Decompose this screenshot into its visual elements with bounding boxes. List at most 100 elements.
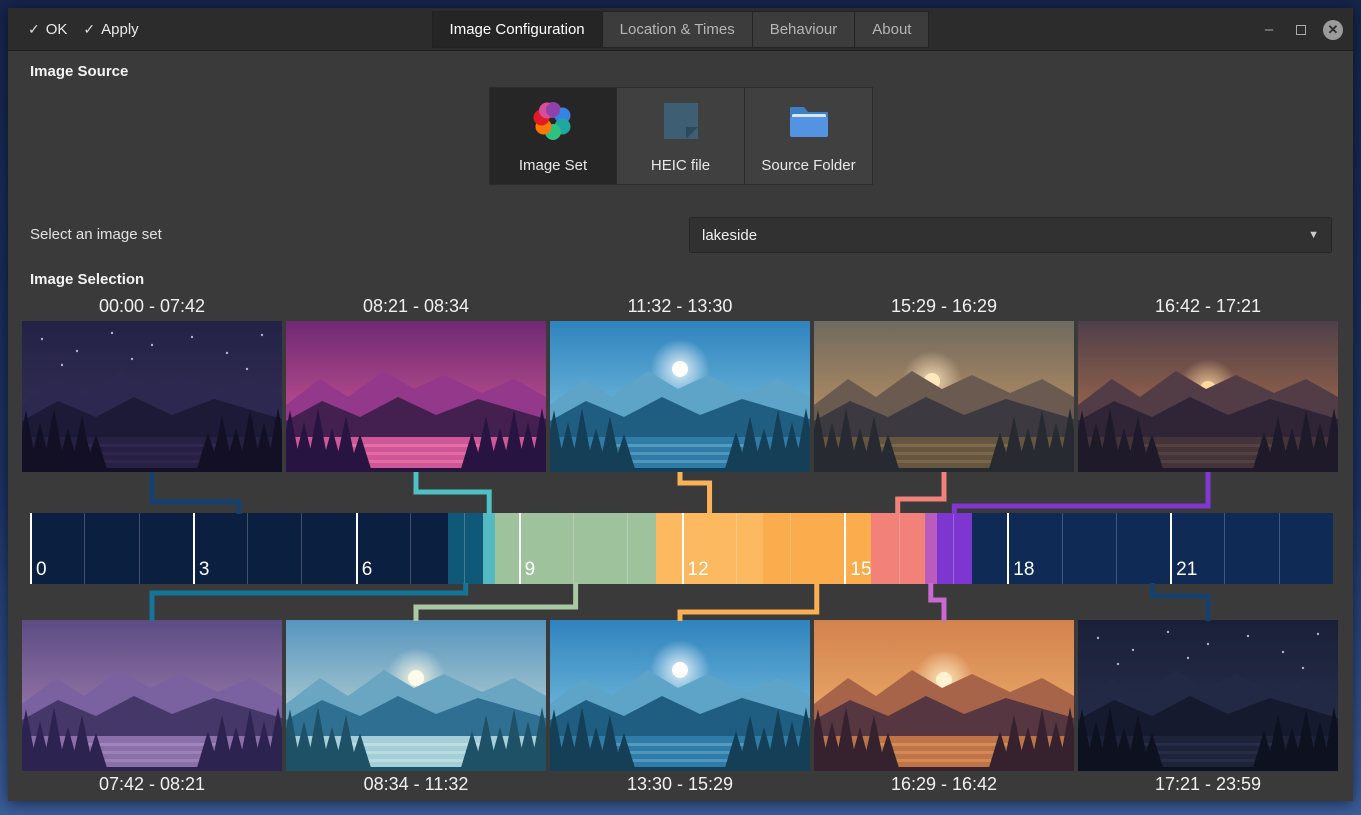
heic-file-button[interactable]: HEIC file xyxy=(617,87,745,185)
hour-separator xyxy=(790,513,791,584)
hour-tick xyxy=(356,513,358,584)
segment-connector xyxy=(898,472,944,514)
tab-image-configuration[interactable]: Image Configuration xyxy=(432,11,603,48)
source-folder-label: Source Folder xyxy=(761,157,855,174)
time-range-label: 11:32 - 13:30 xyxy=(550,296,810,317)
image-set-button[interactable]: Image Set xyxy=(489,87,617,185)
window-controls: – ✕ xyxy=(1259,8,1343,51)
hour-separator xyxy=(139,513,140,584)
hour-separator xyxy=(84,513,85,584)
tab-behaviour[interactable]: Behaviour xyxy=(753,11,856,48)
timeline-segment xyxy=(925,513,937,584)
select-image-set-label: Select an image set xyxy=(30,226,162,243)
time-range-label: 17:21 - 23:59 xyxy=(1078,774,1338,795)
segment-connector xyxy=(416,472,489,514)
timeline-segment xyxy=(30,513,448,584)
segment-connector xyxy=(680,583,817,621)
wallpaper-thumbnail[interactable] xyxy=(1078,321,1338,472)
check-icon: ✓ xyxy=(83,21,95,38)
segment-connector xyxy=(680,472,710,514)
ok-button-label: OK xyxy=(46,21,68,38)
hour-separator xyxy=(953,513,954,584)
tab-about[interactable]: About xyxy=(855,11,929,48)
segment-connector xyxy=(931,583,944,621)
timeline-segment xyxy=(656,513,763,584)
tab-location-times[interactable]: Location & Times xyxy=(603,11,753,48)
segment-connector xyxy=(152,583,466,621)
time-range-label: 08:34 - 11:32 xyxy=(286,774,546,795)
wallpaper-thumbnail[interactable] xyxy=(550,321,810,472)
hour-separator xyxy=(1062,513,1063,584)
hour-tick xyxy=(844,513,846,584)
hour-tick-label: 12 xyxy=(688,559,709,581)
hour-tick-label: 6 xyxy=(362,559,373,581)
hour-tick-label: 0 xyxy=(36,559,47,581)
image-set-dropdown[interactable]: lakeside ▼ xyxy=(689,217,1332,253)
close-icon[interactable]: ✕ xyxy=(1323,20,1343,40)
tab-bar: Image Configuration Location & Times Beh… xyxy=(432,11,930,48)
hour-separator xyxy=(410,513,411,584)
time-range-label: 13:30 - 15:29 xyxy=(550,774,810,795)
hour-separator xyxy=(573,513,574,584)
image-selection-heading: Image Selection xyxy=(30,271,144,288)
image-source-heading: Image Source xyxy=(30,63,128,80)
time-range-label: 00:00 - 07:42 xyxy=(22,296,282,317)
hour-tick-label: 9 xyxy=(525,559,536,581)
segment-connector xyxy=(152,472,239,514)
image-set-dropdown-value: lakeside xyxy=(702,227,757,244)
hour-tick xyxy=(1170,513,1172,584)
wallpaper-thumbnail[interactable] xyxy=(1078,620,1338,771)
time-range-label: 07:42 - 08:21 xyxy=(22,774,282,795)
hour-tick xyxy=(519,513,521,584)
hour-separator xyxy=(1116,513,1117,584)
hour-separator xyxy=(1279,513,1280,584)
hour-tick xyxy=(193,513,195,584)
source-type-options: Image Set HEIC file Source Folder xyxy=(489,87,873,185)
hour-separator xyxy=(899,513,900,584)
ok-button[interactable]: ✓ OK xyxy=(20,15,75,44)
time-range-label: 16:42 - 17:21 xyxy=(1078,296,1338,317)
chevron-down-icon: ▼ xyxy=(1308,229,1319,241)
hour-tick xyxy=(30,513,32,584)
maximize-icon[interactable] xyxy=(1291,20,1311,40)
image-set-flower-icon xyxy=(529,97,577,145)
hour-tick-label: 18 xyxy=(1013,559,1034,581)
hour-separator xyxy=(627,513,628,584)
timeline-segment xyxy=(937,513,972,584)
segment-connector xyxy=(416,583,576,621)
wallpaper-thumbnail[interactable] xyxy=(814,620,1074,771)
minimize-icon[interactable]: – xyxy=(1259,20,1279,40)
wallpaper-thumbnail[interactable] xyxy=(286,620,546,771)
hour-tick-label: 21 xyxy=(1176,559,1197,581)
wallpaper-thumbnail[interactable] xyxy=(814,321,1074,472)
hour-tick xyxy=(682,513,684,584)
wallpaper-thumbnail[interactable] xyxy=(550,620,810,771)
check-icon: ✓ xyxy=(28,21,40,38)
segment-connector xyxy=(1152,583,1208,621)
timeline-segment xyxy=(448,513,483,584)
wallpaper-thumbnail[interactable] xyxy=(286,321,546,472)
image-set-label: Image Set xyxy=(519,157,587,174)
hour-tick xyxy=(1007,513,1009,584)
time-range-label: 08:21 - 08:34 xyxy=(286,296,546,317)
time-range-label: 16:29 - 16:42 xyxy=(814,774,1074,795)
hour-separator xyxy=(1224,513,1225,584)
heic-file-label: HEIC file xyxy=(651,157,710,174)
apply-button-label: Apply xyxy=(101,21,139,38)
apply-button[interactable]: ✓ Apply xyxy=(75,15,146,44)
folder-icon xyxy=(785,97,833,145)
wallpaper-thumbnail[interactable] xyxy=(22,620,282,771)
source-folder-button[interactable]: Source Folder xyxy=(745,87,873,185)
timeline-segment xyxy=(483,513,495,584)
hour-tick-label: 15 xyxy=(850,559,871,581)
time-range-label: 15:29 - 16:29 xyxy=(814,296,1074,317)
timeline-bar: 036912151821 xyxy=(30,513,1333,584)
app-window: ✓ OK ✓ Apply Image Configuration Locatio… xyxy=(8,8,1353,801)
titlebar: ✓ OK ✓ Apply Image Configuration Locatio… xyxy=(8,8,1353,51)
hour-separator xyxy=(247,513,248,584)
hour-separator xyxy=(736,513,737,584)
hour-separator xyxy=(464,513,465,584)
segment-connector xyxy=(954,472,1208,514)
heic-file-icon xyxy=(657,97,705,145)
wallpaper-thumbnail[interactable] xyxy=(22,321,282,472)
